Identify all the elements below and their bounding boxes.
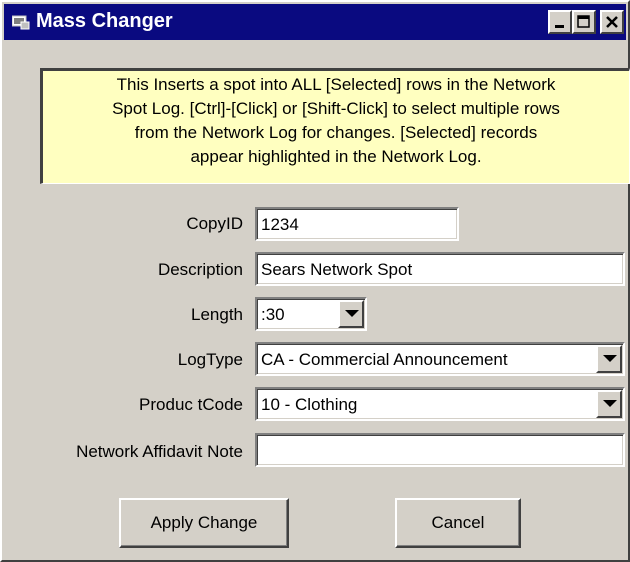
logtype-value: CA - Commercial Announcement bbox=[261, 350, 508, 369]
maximize-button[interactable] bbox=[572, 10, 596, 34]
length-value: :30 bbox=[261, 305, 285, 324]
logtype-dropdown-button[interactable] bbox=[596, 345, 622, 373]
minimize-icon bbox=[555, 25, 564, 28]
maximize-icon bbox=[577, 15, 590, 28]
logtype-label: LogType bbox=[177, 350, 243, 369]
affidavit-label: Network Affidavit Note bbox=[76, 442, 243, 461]
productcode-dropdown[interactable]: 10 - Clothing bbox=[255, 387, 625, 421]
productcode-value: 10 - Clothing bbox=[261, 395, 358, 414]
affidavit-note-field[interactable] bbox=[255, 433, 625, 467]
close-icon bbox=[606, 16, 618, 28]
apply-change-button[interactable]: Apply Change bbox=[119, 498, 289, 548]
description-field[interactable]: Sears Network Spot bbox=[255, 252, 625, 286]
copyid-field[interactable]: 1234 bbox=[255, 207, 459, 241]
description-label: Description bbox=[157, 260, 243, 279]
cancel-button[interactable]: Cancel bbox=[395, 498, 521, 548]
chevron-down-icon bbox=[603, 400, 617, 407]
mass-changer-window: Mass Changer This Inserts a spot into AL… bbox=[0, 0, 630, 562]
title-bar[interactable]: Mass Changer bbox=[4, 4, 626, 40]
instructions-box: This Inserts a spot into ALL [Selected] … bbox=[40, 68, 630, 184]
chevron-down-icon bbox=[603, 355, 617, 362]
logtype-dropdown[interactable]: CA - Commercial Announcement bbox=[255, 342, 625, 376]
copyid-label: CopyID bbox=[186, 214, 243, 233]
length-label: Length bbox=[191, 305, 243, 324]
length-dropdown[interactable]: :30 bbox=[255, 297, 367, 331]
window-title: Mass Changer bbox=[36, 10, 173, 32]
app-icon bbox=[12, 15, 30, 30]
productcode-dropdown-button[interactable] bbox=[596, 390, 622, 418]
minimize-button[interactable] bbox=[548, 10, 572, 34]
chevron-down-icon bbox=[345, 310, 359, 317]
productcode-label: Produc tCode bbox=[139, 395, 243, 414]
length-dropdown-button[interactable] bbox=[338, 300, 364, 328]
close-button[interactable] bbox=[600, 10, 624, 34]
